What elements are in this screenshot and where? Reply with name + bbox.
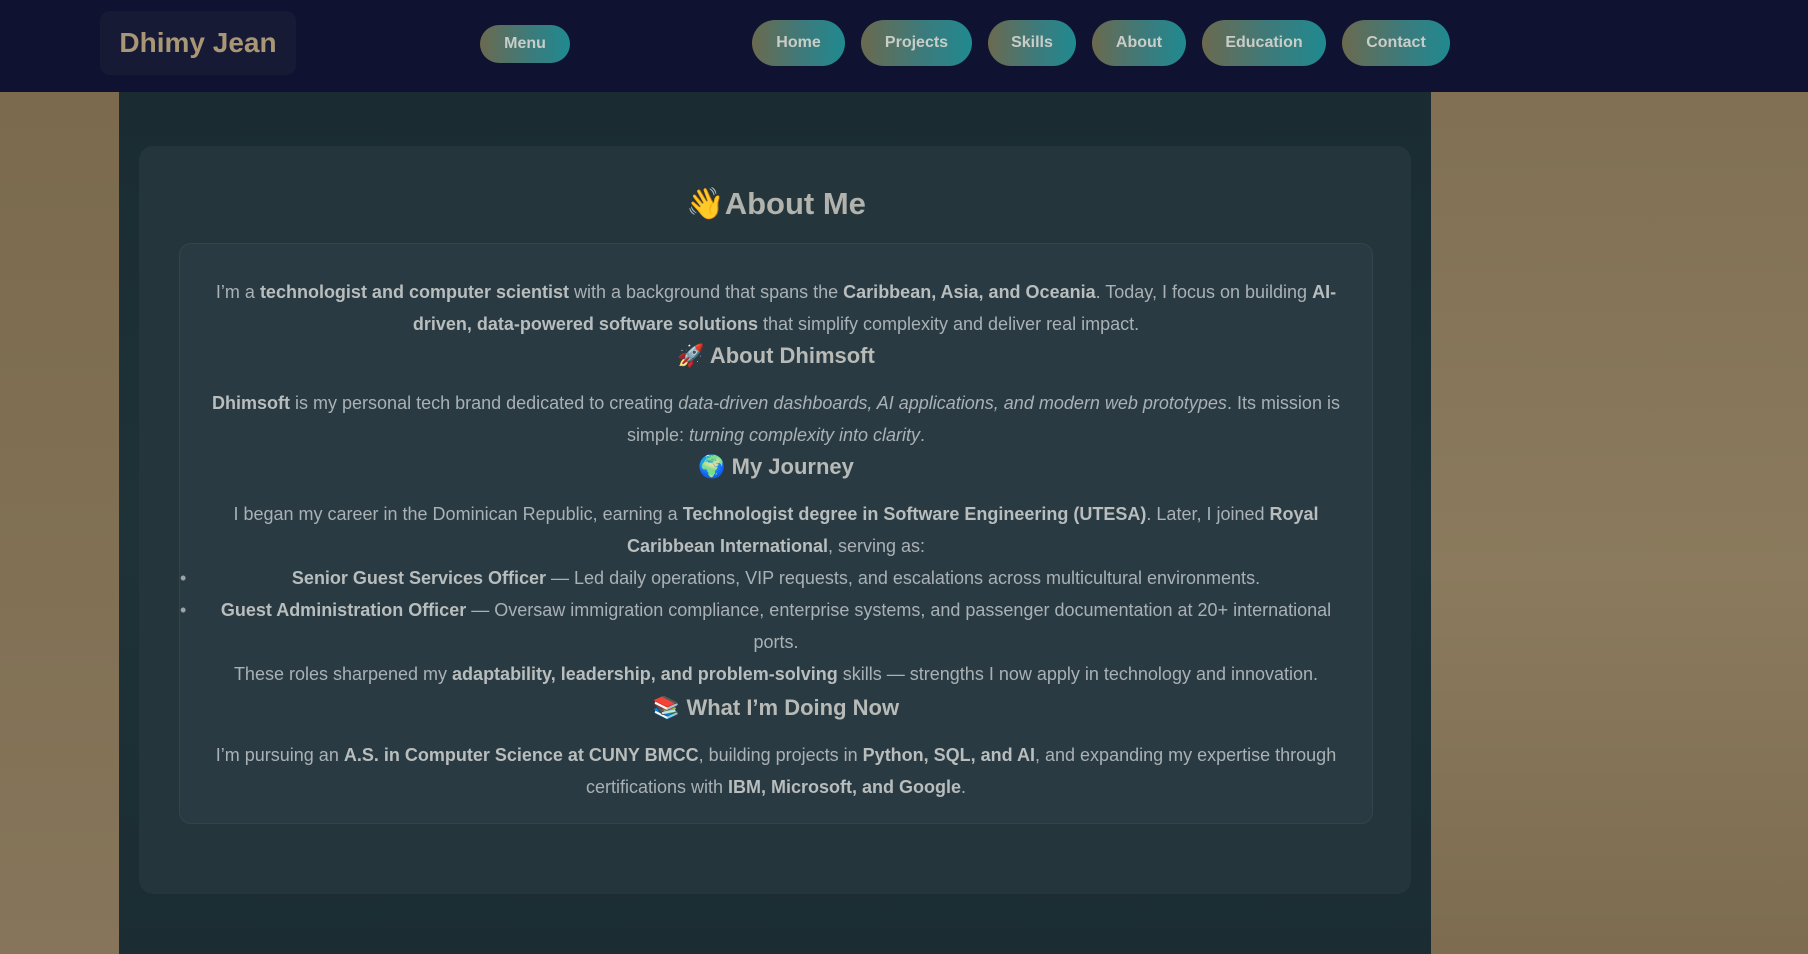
- skills-paragraph: These roles sharpened my adaptability, l…: [200, 658, 1352, 692]
- roles-list: Senior Guest Services Officer — Led dail…: [180, 562, 1352, 658]
- list-item: Senior Guest Services Officer — Led dail…: [180, 562, 1352, 594]
- about-title-text: About Me: [724, 186, 866, 221]
- journey-heading: 🌍 My Journey: [200, 451, 1352, 498]
- page-background-left: [0, 0, 119, 954]
- list-item: Guest Administration Officer — Oversaw i…: [180, 594, 1352, 658]
- now-text-1: I’m pursuing an: [215, 745, 344, 765]
- journey-heading-text: My Journey: [731, 454, 854, 479]
- dhimsoft-text-3: .: [920, 425, 926, 445]
- dhimsoft-text-1: is my personal tech brand dedicated to c…: [290, 393, 679, 413]
- intro-text-2: with a background that spans the: [568, 282, 844, 302]
- dhimsoft-paragraph: Dhimsoft is my personal tech brand dedic…: [200, 387, 1352, 451]
- role-desc: — Oversaw immigration compliance, enterp…: [466, 600, 1332, 652]
- now-bold-3: IBM, Microsoft, and Google: [728, 777, 962, 797]
- waving-hand-icon: 👋: [686, 186, 725, 222]
- journey-text-2: . Later, I joined: [1146, 504, 1270, 524]
- nav-education[interactable]: Education: [1202, 20, 1326, 66]
- intro-text-4: that simplify complexity and deliver rea…: [757, 314, 1140, 334]
- journey-text-1: I began my career in the Dominican Repub…: [233, 504, 683, 524]
- nav-skills[interactable]: Skills: [988, 20, 1076, 66]
- about-title: 👋About Me: [0, 185, 1552, 222]
- nav-projects[interactable]: Projects: [861, 20, 972, 66]
- nav-about[interactable]: About: [1092, 20, 1186, 66]
- journey-text-3: , serving as:: [828, 536, 926, 556]
- dhimsoft-heading-text: About Dhimsoft: [709, 343, 875, 368]
- intro-bold-1: technologist and computer scientist: [259, 282, 569, 302]
- skills-text-2: skills — strengths I now apply in techno…: [837, 664, 1319, 684]
- role-title: Senior Guest Services Officer: [291, 568, 547, 588]
- rocket-icon: 🚀: [677, 344, 705, 369]
- nav-contact[interactable]: Contact: [1342, 20, 1450, 66]
- now-text-4: .: [961, 777, 967, 797]
- intro-bold-2: Caribbean, Asia, and Oceania: [843, 282, 1096, 302]
- page-background-right: [1431, 0, 1808, 954]
- now-bold-2: Python, SQL, and AI: [862, 745, 1036, 765]
- journey-bold-1: Technologist degree in Software Engineer…: [682, 504, 1147, 524]
- globe-icon: 🌍: [698, 455, 726, 480]
- intro-paragraph: I’m a technologist and computer scientis…: [200, 276, 1352, 348]
- role-title: Guest Administration Officer: [220, 600, 467, 620]
- brand-logo[interactable]: Dhimy Jean: [100, 11, 296, 75]
- skills-text-1: These roles sharpened my: [233, 664, 453, 684]
- dhimsoft-bold-1: Dhimsoft: [212, 393, 291, 413]
- menu-button[interactable]: Menu: [480, 25, 570, 63]
- now-heading: 📚 What I’m Doing Now: [200, 692, 1352, 739]
- dhimsoft-heading: 🚀 About Dhimsoft: [200, 340, 1352, 387]
- now-heading-text: What I’m Doing Now: [686, 695, 900, 720]
- about-content: I’m a technologist and computer scientis…: [180, 276, 1352, 803]
- now-bold-1: A.S. in Computer Science at CUNY BMCC: [343, 745, 699, 765]
- role-desc: — Led daily operations, VIP requests, an…: [546, 568, 1261, 588]
- dhimsoft-italic-1: data-driven dashboards, AI applications,…: [678, 393, 1227, 413]
- nav-home[interactable]: Home: [752, 20, 845, 66]
- skills-bold: adaptability, leadership, and problem-so…: [452, 664, 838, 684]
- now-text-2: , building projects in: [698, 745, 863, 765]
- journey-paragraph: I began my career in the Dominican Repub…: [200, 498, 1352, 562]
- top-navbar: Dhimy Jean Menu Home Projects Skills Abo…: [0, 0, 1808, 92]
- books-icon: 📚: [652, 696, 681, 721]
- now-paragraph: I’m pursuing an A.S. in Computer Science…: [200, 739, 1352, 803]
- dhimsoft-italic-2: turning complexity into clarity: [688, 425, 921, 445]
- intro-text-1: I’m a: [215, 282, 260, 302]
- intro-text-3: . Today, I focus on building: [1095, 282, 1313, 302]
